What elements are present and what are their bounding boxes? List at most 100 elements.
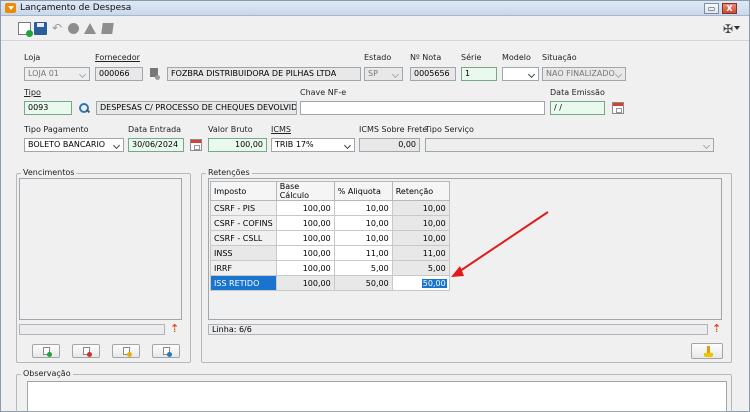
remove-document-icon <box>83 347 92 357</box>
save-icon[interactable] <box>34 22 47 35</box>
estado-label: Estado <box>364 53 392 62</box>
tipo-search-icon[interactable] <box>78 102 90 114</box>
nota-label: Nº Nota <box>410 53 442 62</box>
undo-icon[interactable]: ↶ <box>52 22 65 35</box>
observacao-textarea[interactable] <box>27 381 727 412</box>
observacao-title: Observação <box>21 369 73 378</box>
data-emissao-calendar-icon[interactable] <box>612 102 624 114</box>
serie-field[interactable]: 1 <box>461 67 497 81</box>
base-calculo-cell[interactable]: 100,00 <box>275 200 335 216</box>
header-imposto[interactable]: Imposto <box>210 181 277 201</box>
aliquota-cell[interactable]: 10,00 <box>333 215 393 231</box>
situacao-label: Situação <box>542 53 577 62</box>
table-row[interactable]: IRRF 100,00 5,00 5,00 <box>210 260 450 276</box>
aliquota-cell[interactable]: 10,00 <box>333 200 393 216</box>
aliquota-cell[interactable]: 5,00 <box>333 260 393 276</box>
base-calculo-cell[interactable]: 100,00 <box>275 260 335 276</box>
table-row[interactable]: CSRF - PIS 100,00 10,00 10,00 <box>210 200 450 216</box>
imposto-cell[interactable]: ISS RETIDO <box>210 275 277 291</box>
new-icon[interactable] <box>18 22 33 37</box>
header-aliquota[interactable]: % Aliquota <box>333 181 393 201</box>
retencao-edit-input[interactable]: 50,00 <box>421 278 447 288</box>
retencao-cell[interactable]: 11,00 <box>391 245 450 261</box>
retencoes-header-row: Imposto Base Cálculo % Aliquota Retenção <box>210 181 450 201</box>
circle-icon[interactable] <box>68 23 79 34</box>
tipo-label[interactable]: Tipo <box>24 88 41 97</box>
table-row-selected[interactable]: ISS RETIDO 100,00 50,00 50,00 <box>210 275 450 291</box>
tipo-name-field: DESPESAS C/ PROCESSO DE CHEQUES DEVOLVID <box>96 101 297 115</box>
imposto-cell[interactable]: CSRF - PIS <box>210 200 277 216</box>
fornecedor-code-field[interactable]: 000066 <box>95 67 143 81</box>
tipo-servico-select[interactable] <box>425 138 714 152</box>
base-calculo-cell[interactable]: 100,00 <box>275 215 335 231</box>
data-entrada-field[interactable]: 30/06/2024 <box>128 138 184 152</box>
retencao-cell[interactable]: 10,00 <box>391 215 450 231</box>
modelo-label: Modelo <box>502 53 531 62</box>
remove-vencimento-button[interactable] <box>72 344 100 358</box>
header-base-calculo[interactable]: Base Cálculo <box>275 181 335 201</box>
icms-frete-label: ICMS Sobre Frete <box>359 125 428 134</box>
base-calculo-cell[interactable]: 100,00 <box>275 230 335 246</box>
restore-button[interactable]: ▭ <box>704 3 719 14</box>
vencimentos-list[interactable] <box>19 178 182 320</box>
aliquota-cell[interactable]: 10,00 <box>333 230 393 246</box>
imposto-cell[interactable]: IRRF <box>210 260 277 276</box>
fornecedor-lookup-icon[interactable] <box>149 68 161 80</box>
vencimentos-title: Vencimentos <box>21 168 77 177</box>
modelo-select[interactable] <box>502 67 539 81</box>
base-calculo-cell[interactable]: 100,00 <box>275 245 335 261</box>
icms-label[interactable]: ICMS <box>271 125 291 134</box>
tipo-pagamento-label: Tipo Pagamento <box>24 125 89 134</box>
title-bar: Lançamento de Despesa ▭ X <box>1 1 749 16</box>
valor-bruto-field[interactable]: 100,00 <box>208 138 267 152</box>
triangle-icon[interactable] <box>84 23 96 34</box>
data-emissao-label: Data Emissão <box>550 88 605 97</box>
document-icon[interactable] <box>101 23 114 34</box>
imposto-cell[interactable]: INSS <box>210 245 277 261</box>
edit-vencimento-button[interactable] <box>112 344 140 358</box>
tools-dropdown-icon[interactable] <box>734 26 740 30</box>
retencao-edit-cell[interactable]: 50,00 <box>391 275 450 291</box>
retencao-cell[interactable]: 5,00 <box>391 260 450 276</box>
situacao-select[interactable]: NAO FINALIZADO <box>542 67 626 81</box>
icms-frete-field[interactable]: 0,00 <box>359 138 420 152</box>
estado-select[interactable]: SP <box>364 67 403 81</box>
aliquota-cell[interactable]: 11,00 <box>333 245 393 261</box>
chave-label: Chave NF-e <box>300 88 347 97</box>
retencoes-title: Retenções <box>206 168 252 177</box>
retencoes-table[interactable]: Imposto Base Cálculo % Aliquota Retenção… <box>210 181 450 291</box>
aliquota-cell[interactable]: 50,00 <box>333 275 393 291</box>
window-title: Lançamento de Despesa <box>20 3 132 13</box>
loja-select[interactable]: LOJA 01 <box>24 67 90 81</box>
tools-icon[interactable]: ✠ <box>723 22 733 36</box>
close-button[interactable]: X <box>722 3 737 14</box>
table-row[interactable]: CSRF - COFINS 100,00 10,00 10,00 <box>210 215 450 231</box>
edit-document-icon <box>123 347 132 357</box>
data-entrada-label: Data Entrada <box>128 125 182 134</box>
valor-bruto-label: Valor Bruto <box>208 125 253 134</box>
retencao-cell[interactable]: 10,00 <box>391 200 450 216</box>
nota-field[interactable]: 0005656 <box>410 67 456 81</box>
imposto-cell[interactable]: CSRF - CSLL <box>210 230 277 246</box>
chave-nfe-field[interactable] <box>300 101 545 115</box>
table-row[interactable]: INSS 100,00 11,00 11,00 <box>210 245 450 261</box>
retencoes-status: Linha: 6/6 <box>208 324 708 335</box>
tipo-code-field[interactable]: 0093 <box>24 101 72 115</box>
base-calculo-cell[interactable]: 100,00 <box>275 275 335 291</box>
retencao-cell[interactable]: 10,00 <box>391 230 450 246</box>
clear-retencoes-button[interactable] <box>691 343 723 359</box>
app-menu-icon[interactable] <box>5 3 16 13</box>
icms-select[interactable]: TRIB 17% <box>271 138 355 152</box>
vencimentos-sort-icon[interactable]: ⇡ <box>170 323 182 335</box>
imposto-cell[interactable]: CSRF - COFINS <box>210 215 277 231</box>
data-emissao-field[interactable]: / / <box>550 101 605 115</box>
view-vencimento-button[interactable] <box>152 344 180 358</box>
table-row[interactable]: CSRF - CSLL 100,00 10,00 10,00 <box>210 230 450 246</box>
fornecedor-label[interactable]: Fornecedor <box>95 53 140 62</box>
view-document-icon <box>163 347 172 357</box>
add-vencimento-button[interactable] <box>32 344 60 358</box>
header-retencao[interactable]: Retenção <box>391 181 450 201</box>
retencoes-sort-icon[interactable]: ⇡ <box>712 323 724 335</box>
tipo-pagamento-select[interactable]: BOLETO BANCARIO <box>24 138 124 152</box>
data-entrada-calendar-icon[interactable] <box>190 139 202 151</box>
